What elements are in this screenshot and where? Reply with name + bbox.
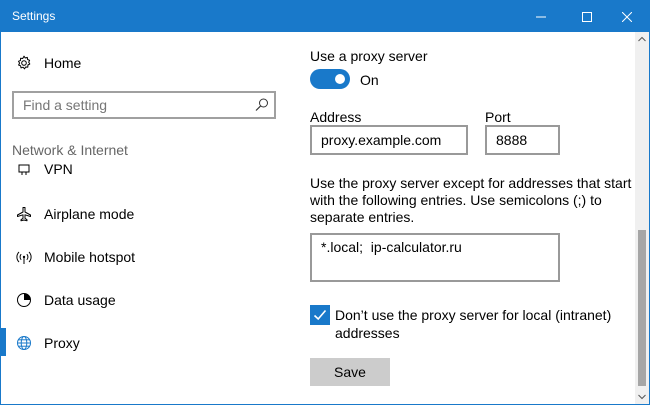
save-button[interactable]: Save xyxy=(310,358,390,386)
sidebar: Home Network & Internet VPN xyxy=(1,32,293,404)
minimize-icon xyxy=(536,16,546,17)
sidebar-item-proxy[interactable]: Proxy xyxy=(1,328,293,358)
maximize-icon xyxy=(582,11,592,22)
proxy-toggle[interactable] xyxy=(310,69,350,89)
globe-icon xyxy=(15,334,33,352)
search-box[interactable] xyxy=(12,91,276,119)
exceptions-field[interactable]: *.local; ip-calculator.ru xyxy=(310,233,560,282)
search-icon[interactable] xyxy=(254,97,270,113)
chevron-down-icon xyxy=(638,394,646,400)
data-usage-icon xyxy=(15,291,33,309)
address-field[interactable] xyxy=(310,125,468,155)
sidebar-item-vpn-clip: VPN xyxy=(1,163,293,178)
chevron-up-icon xyxy=(638,36,646,42)
port-field[interactable] xyxy=(485,125,560,155)
scroll-up-arrow[interactable] xyxy=(635,32,649,46)
close-button[interactable] xyxy=(604,1,649,32)
exceptions-description-line1: Use the proxy server except for addresse… xyxy=(310,175,632,191)
exceptions-description-line3: separate entries. xyxy=(310,209,415,225)
local-bypass-label-line2: addresses xyxy=(335,325,400,341)
sidebar-item-label: Mobile hotspot xyxy=(44,249,136,265)
sidebar-item-label: Proxy xyxy=(44,335,80,351)
window-title: Settings xyxy=(12,9,56,23)
sidebar-item-home[interactable]: Home xyxy=(1,50,293,76)
scroll-thumb[interactable] xyxy=(638,230,646,386)
sidebar-item-label: Airplane mode xyxy=(44,206,135,222)
airplane-icon xyxy=(15,205,33,223)
sidebar-item-mobile-hotspot[interactable]: Mobile hotspot xyxy=(1,242,293,272)
gear-icon xyxy=(15,54,33,72)
port-label: Port xyxy=(485,109,511,125)
toggle-state-label: On xyxy=(360,72,379,88)
search-input[interactable] xyxy=(14,93,253,117)
vpn-icon xyxy=(15,163,33,178)
sidebar-item-label: VPN xyxy=(44,163,73,177)
proxy-content: Use a proxy server On Address Port Use t… xyxy=(293,32,635,404)
content-scrollbar[interactable] xyxy=(635,32,649,404)
minimize-button[interactable] xyxy=(518,1,564,32)
settings-window: Settings Home Find a setting Network & I… xyxy=(0,0,650,405)
address-label: Address xyxy=(310,109,362,125)
sidebar-item-vpn[interactable]: VPN xyxy=(1,163,293,177)
use-proxy-label: Use a proxy server xyxy=(310,48,428,64)
checkmark-icon xyxy=(313,309,327,321)
hotspot-icon xyxy=(15,248,33,266)
sidebar-item-airplane-mode[interactable]: Airplane mode xyxy=(1,199,293,229)
toggle-knob xyxy=(335,74,345,84)
sidebar-item-label: Data usage xyxy=(44,292,116,308)
section-heading: Network & Internet xyxy=(12,142,128,158)
local-bypass-checkbox[interactable] xyxy=(310,305,330,325)
scroll-down-arrow[interactable] xyxy=(635,390,649,404)
close-icon xyxy=(622,11,632,22)
exceptions-description-line2: with the following entries. Use semicolo… xyxy=(310,192,602,208)
sidebar-item-data-usage[interactable]: Data usage xyxy=(1,285,293,315)
title-bar[interactable]: Settings xyxy=(1,1,649,32)
home-label: Home xyxy=(44,55,82,71)
local-bypass-label-line1: Don’t use the proxy server for local (in… xyxy=(335,307,612,323)
